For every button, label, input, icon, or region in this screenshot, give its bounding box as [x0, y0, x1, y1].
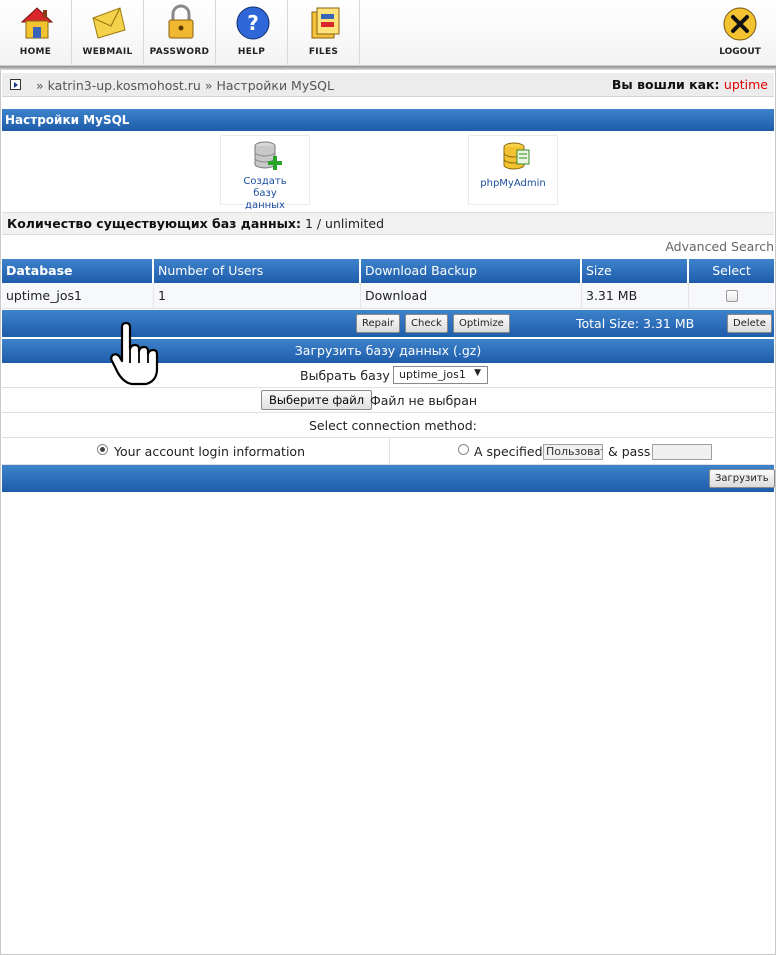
password-label: PASSWORD: [149, 47, 210, 57]
webmail-label: WEBMAIL: [82, 47, 133, 57]
specified-login-radio[interactable]: [458, 444, 469, 455]
choose-database-label: Выбрать базу: [300, 368, 390, 383]
select-cell: [689, 283, 774, 309]
account-login-label: Your account login information: [114, 444, 305, 459]
database-name-cell[interactable]: uptime_jos1: [2, 283, 154, 309]
create-database-button[interactable]: Создать базу данных: [220, 135, 310, 211]
help-label: HELP: [237, 47, 266, 57]
table-header: Database Number of Users Download Backup…: [2, 259, 774, 283]
database-count-value: 1 / unlimited: [304, 216, 385, 231]
users-cell: 1: [154, 283, 361, 309]
files-button[interactable]: FILES: [288, 0, 360, 66]
database-add-icon: [254, 141, 282, 170]
table-row: uptime_jos1 1 Download 3.31 MB: [2, 283, 774, 309]
database-select-value: uptime_jos1: [399, 368, 466, 381]
session-username: uptime: [723, 77, 768, 92]
breadcrumb-separator: »: [204, 78, 213, 93]
option-account-cell: Your account login information: [2, 438, 390, 465]
padlock-icon: [168, 4, 194, 39]
column-header-database[interactable]: Database: [2, 259, 154, 283]
session-label: Вы вошли как:: [611, 77, 720, 92]
home-button[interactable]: HOME: [0, 0, 72, 66]
dropdown-arrow-icon: ▼: [474, 368, 481, 378]
breadcrumb-path: » katrin3-up.kosmohost.ru » Настройки My…: [36, 78, 334, 93]
file-status: Файл не выбран: [370, 393, 478, 408]
password-button[interactable]: PASSWORD: [144, 0, 216, 66]
session-info: Вы вошли как: uptime: [612, 77, 768, 92]
optimize-button[interactable]: Optimize: [453, 314, 510, 333]
specified-user-input[interactable]: Пользоват: [543, 444, 603, 460]
envelope-icon: [92, 7, 126, 39]
expand-icon[interactable]: [10, 79, 21, 90]
connection-method-row: Select connection method:: [2, 413, 774, 438]
connection-method-label: Select connection method:: [309, 418, 477, 433]
hand-cursor-icon: [110, 321, 159, 386]
phpmyadmin-button[interactable]: phpMyAdmin: [468, 135, 558, 205]
database-select[interactable]: uptime_jos1 ▼: [393, 366, 488, 384]
actions-panel: Создать базу данных phpMyAdmin: [2, 131, 774, 213]
close-icon: [723, 7, 757, 41]
total-size: Total Size: 3.31 MB: [576, 316, 695, 331]
column-header-size[interactable]: Size: [582, 259, 689, 283]
home-label: HOME: [19, 47, 52, 57]
download-link[interactable]: Download: [361, 283, 582, 309]
files-label: FILES: [308, 47, 339, 57]
column-header-users[interactable]: Number of Users: [154, 259, 361, 283]
upload-submit-button[interactable]: Загрузить: [709, 469, 775, 488]
advanced-search-link[interactable]: Advanced Search: [665, 239, 774, 254]
database-count-row: Количество существующих баз данных: 1 / …: [2, 213, 774, 235]
phpmyadmin-icon: [503, 142, 530, 170]
help-icon: ?: [236, 6, 270, 40]
account-login-radio[interactable]: [97, 444, 108, 455]
logout-button[interactable]: LOGOUT: [710, 0, 770, 66]
repair-button[interactable]: Repair: [356, 314, 401, 333]
breadcrumb: » katrin3-up.kosmohost.ru » Настройки My…: [2, 73, 774, 97]
toolbar-divider: [0, 66, 776, 70]
size-cell: 3.31 MB: [582, 283, 689, 309]
files-icon: [311, 7, 340, 39]
webmail-button[interactable]: WEBMAIL: [72, 0, 144, 66]
top-toolbar: HOME WEBMAIL PASSWORD ? HELP FILES LOGOU…: [0, 0, 776, 66]
check-button[interactable]: Check: [405, 314, 448, 333]
choose-file-button[interactable]: Выберите файл: [261, 390, 373, 410]
logout-label: LOGOUT: [719, 47, 761, 57]
delete-button[interactable]: Delete: [727, 314, 772, 333]
column-header-download[interactable]: Download Backup: [361, 259, 582, 283]
specified-pass-input[interactable]: [652, 444, 712, 460]
breadcrumb-domain-link[interactable]: katrin3-up.kosmohost.ru: [48, 78, 201, 93]
file-row: Выберите файл Файл не выбран: [2, 388, 774, 413]
database-count-label: Количество существующих баз данных:: [7, 216, 301, 231]
create-database-label: Создать базу данных: [243, 176, 287, 211]
breadcrumb-current: Настройки MySQL: [216, 78, 334, 93]
breadcrumb-separator: »: [36, 78, 44, 93]
upload-action-bar: Загрузить: [2, 465, 775, 492]
pass-label: & pass: [608, 444, 651, 459]
row-select-checkbox[interactable]: [726, 290, 738, 302]
home-icon: [20, 7, 54, 39]
help-button[interactable]: ? HELP: [216, 0, 288, 66]
specified-login-label: A specified: [474, 444, 543, 459]
connection-options-row: Your account login information A specifi…: [2, 438, 774, 465]
svg-text:?: ?: [247, 11, 259, 35]
phpmyadmin-label: phpMyAdmin: [480, 178, 546, 189]
column-header-select: Select: [689, 259, 774, 283]
section-title: Настройки MySQL: [2, 109, 774, 131]
